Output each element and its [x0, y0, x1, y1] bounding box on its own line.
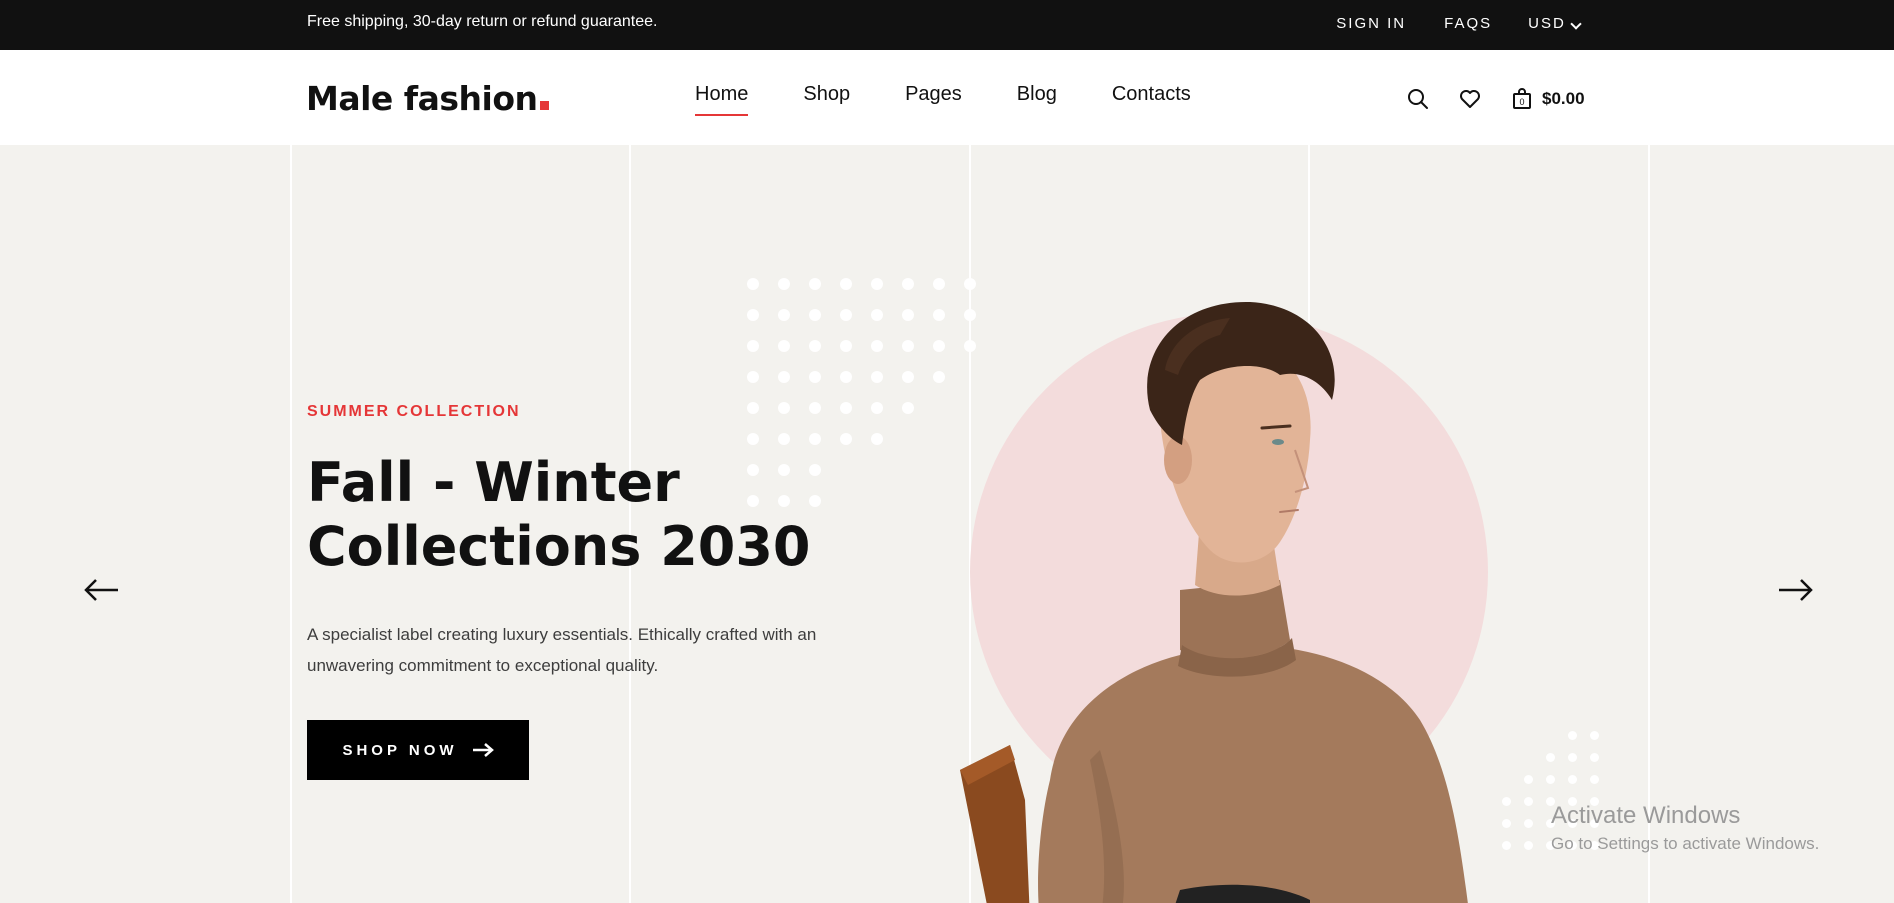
- header-actions: 0 $0.00: [1406, 87, 1585, 111]
- dot: [871, 433, 883, 445]
- dot: [809, 278, 821, 290]
- hero-model-image: [960, 301, 1468, 903]
- dot: [933, 371, 945, 383]
- dot: [809, 371, 821, 383]
- sign-in-link[interactable]: SIGN IN: [1336, 15, 1406, 32]
- shipping-notice: Free shipping, 30-day return or refund g…: [307, 13, 658, 30]
- dot: [809, 433, 821, 445]
- dot: [933, 309, 945, 321]
- hero-headline-line1: Fall - Winter: [307, 451, 680, 514]
- dot: [778, 433, 790, 445]
- nav-blog[interactable]: Blog: [1017, 83, 1057, 106]
- dot: [747, 433, 759, 445]
- dot: [1590, 775, 1599, 784]
- nav-home[interactable]: Home: [695, 83, 749, 116]
- hero-headline: Fall - Winter Collections 2030: [307, 451, 827, 579]
- dot: [1568, 775, 1577, 784]
- dot: [871, 309, 883, 321]
- dot: [747, 402, 759, 414]
- dot: [778, 278, 790, 290]
- dot: [1524, 775, 1533, 784]
- dot: [778, 340, 790, 352]
- dot: [933, 278, 945, 290]
- logo[interactable]: Male fashion: [306, 79, 549, 118]
- dot: [1546, 753, 1555, 762]
- dot: [809, 340, 821, 352]
- nav-contacts[interactable]: Contacts: [1112, 83, 1191, 106]
- dot: [902, 278, 914, 290]
- dot: [809, 402, 821, 414]
- dot: [809, 309, 821, 321]
- nav-pages[interactable]: Pages: [905, 83, 962, 106]
- watermark-subtitle: Go to Settings to activate Windows.: [1551, 834, 1820, 853]
- dot: [902, 340, 914, 352]
- dot: [1524, 797, 1533, 806]
- logo-text: Male fashion: [306, 79, 538, 118]
- dot: [1524, 819, 1533, 828]
- dot: [1524, 841, 1533, 850]
- dot: [747, 371, 759, 383]
- cart-count: 0: [1519, 97, 1524, 107]
- shop-now-label: SHOP NOW: [342, 741, 458, 759]
- dot: [778, 371, 790, 383]
- top-links: SIGN IN FAQS USD: [1336, 15, 1582, 32]
- dot: [840, 371, 852, 383]
- arrow-left-icon[interactable]: [82, 577, 122, 603]
- faqs-link[interactable]: FAQS: [1444, 15, 1492, 32]
- heart-icon[interactable]: [1458, 87, 1482, 111]
- main-header: Male fashion Home Shop Pages Blog Contac…: [0, 50, 1894, 145]
- dot: [871, 371, 883, 383]
- dot: [747, 278, 759, 290]
- grid-line: [290, 145, 292, 903]
- top-announcement-bar: Free shipping, 30-day return or refund g…: [0, 0, 1894, 50]
- dot: [840, 402, 852, 414]
- activate-windows-watermark: Activate Windows Go to Settings to activ…: [1551, 802, 1819, 854]
- hero-description: A specialist label creating luxury essen…: [307, 625, 817, 675]
- dot: [1546, 775, 1555, 784]
- shop-now-button[interactable]: SHOP NOW: [307, 720, 529, 780]
- dot: [1568, 753, 1577, 762]
- dot: [778, 309, 790, 321]
- currency-dropdown[interactable]: USD: [1528, 15, 1582, 32]
- watermark-title: Activate Windows: [1551, 802, 1741, 829]
- main-nav: Home Shop Pages Blog Contacts: [695, 83, 1246, 116]
- dot: [840, 278, 852, 290]
- arrow-right-small-icon: [472, 743, 494, 757]
- cart-total[interactable]: $0.00: [1542, 89, 1585, 109]
- dot: [871, 340, 883, 352]
- chevron-down-icon: [1570, 18, 1582, 30]
- search-icon[interactable]: [1406, 87, 1430, 111]
- hero-headline-line2: Collections 2030: [307, 515, 811, 578]
- logo-dot: [539, 101, 549, 110]
- dot: [747, 340, 759, 352]
- dot: [902, 402, 914, 414]
- dot: [902, 371, 914, 383]
- hero-subtitle: SUMMER COLLECTION: [307, 403, 521, 420]
- hero-banner: SUMMER COLLECTION Fall - Winter Collecti…: [0, 145, 1894, 903]
- dot: [1590, 753, 1599, 762]
- dot: [840, 340, 852, 352]
- currency-label: USD: [1528, 15, 1566, 32]
- nav-shop[interactable]: Shop: [803, 83, 850, 106]
- dot: [1590, 731, 1599, 740]
- dot: [871, 278, 883, 290]
- dot: [747, 309, 759, 321]
- dot: [778, 402, 790, 414]
- dot: [1568, 731, 1577, 740]
- arrow-right-icon[interactable]: [1775, 577, 1815, 603]
- dot: [840, 309, 852, 321]
- dot: [933, 340, 945, 352]
- bag-icon[interactable]: 0: [1510, 87, 1534, 111]
- dot: [840, 433, 852, 445]
- dot: [902, 309, 914, 321]
- grid-line: [1648, 145, 1650, 903]
- dot: [871, 402, 883, 414]
